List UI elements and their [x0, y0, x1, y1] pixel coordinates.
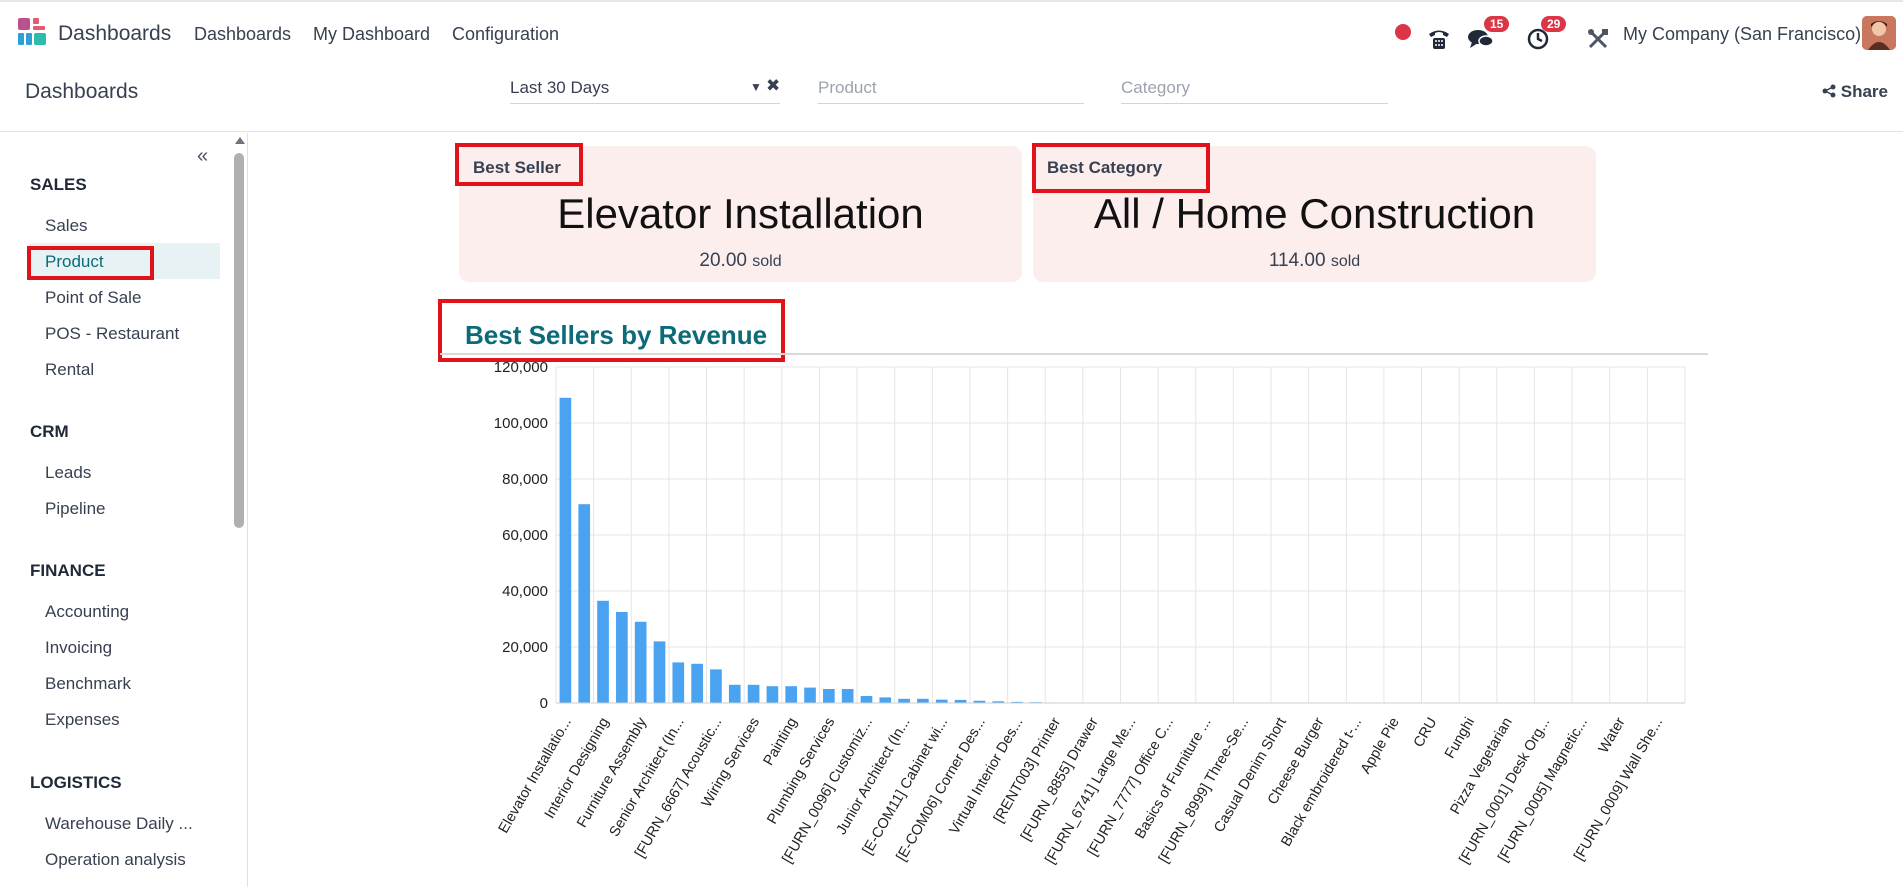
sidebar-item-expenses[interactable]: Expenses	[45, 710, 120, 730]
y-tick-label: 100,000	[494, 415, 548, 432]
category-filter-input[interactable]: Category	[1121, 74, 1388, 104]
card-label: Best Seller	[473, 158, 561, 177]
chart-bar	[653, 641, 666, 703]
company-switcher[interactable]: My Company (San Francisco)	[1623, 24, 1861, 45]
share-icon	[1822, 84, 1836, 98]
y-tick-label: 20,000	[502, 639, 548, 656]
recording-status-icon[interactable]	[1395, 24, 1411, 40]
best-category-card: Best Category All / Home Construction 11…	[1033, 146, 1596, 282]
sidebar: « SALES Sales Product Point of Sale POS …	[0, 133, 248, 887]
chart-title: Best Sellers by Revenue	[465, 320, 768, 350]
chart-bar	[710, 669, 722, 703]
chart-bar	[917, 698, 929, 703]
share-button[interactable]: Share	[1822, 82, 1888, 102]
clear-filter-icon[interactable]: ✖	[766, 76, 780, 96]
x-tick-label: Painting	[761, 715, 801, 768]
card-amount-line: 20.00 sold	[459, 250, 1022, 272]
card-label: Best Category	[1047, 158, 1163, 177]
x-tick-label: Plumbing Services	[764, 715, 838, 827]
section-logistics: LOGISTICS	[30, 773, 122, 792]
apps-menu-icon[interactable]	[18, 18, 48, 48]
sidebar-scroll-thumb[interactable]	[234, 153, 244, 528]
y-tick-label: 120,000	[494, 359, 548, 376]
chart-bar	[578, 504, 591, 703]
messages-count-badge: 15	[1484, 16, 1510, 32]
card-unit: sold	[752, 253, 782, 270]
chart-bar	[766, 686, 779, 703]
app-name[interactable]: Dashboards	[58, 22, 171, 46]
control-panel: Dashboards Last 30 Days ▼ ✖ Product Cate…	[0, 62, 1903, 132]
y-tick-label: 80,000	[502, 471, 548, 488]
tools-icon[interactable]	[1587, 22, 1609, 56]
sidebar-item-rental[interactable]: Rental	[45, 360, 94, 380]
chart-bar	[860, 696, 873, 703]
best-sellers-bar-chart: 020,00040,00060,00080,000100,000120,000E…	[494, 359, 1686, 867]
card-value: Elevator Installation	[557, 190, 924, 237]
sidebar-item-product[interactable]: Product	[45, 252, 104, 272]
product-filter-placeholder: Product	[818, 78, 877, 97]
sidebar-item-operation-analysis[interactable]: Operation analysis	[45, 850, 186, 870]
sidebar-item-sales[interactable]: Sales	[45, 216, 88, 236]
chart-bar	[785, 686, 798, 703]
scroll-up-icon[interactable]	[235, 137, 245, 144]
chart-bar	[747, 684, 760, 703]
y-tick-label: 0	[540, 695, 548, 712]
card-amount: 20.00	[699, 250, 747, 271]
chart-bar	[559, 397, 572, 703]
user-avatar[interactable]	[1862, 16, 1896, 50]
sidebar-item-point-of-sale[interactable]: Point of Sale	[45, 288, 141, 308]
x-tick-label: Water	[1596, 715, 1629, 756]
best-seller-card: Best Seller Elevator Installation 20.00 …	[459, 146, 1022, 282]
chart-bar	[898, 698, 910, 703]
section-sales: SALES	[30, 175, 87, 194]
top-navbar: Dashboards Dashboards My Dashboard Confi…	[0, 0, 1903, 62]
chart-bar	[841, 689, 854, 703]
chart-bar	[935, 699, 948, 703]
chart-bar	[634, 621, 647, 703]
share-label: Share	[1840, 82, 1888, 101]
phone-icon[interactable]	[1427, 22, 1451, 56]
y-tick-label: 60,000	[502, 527, 548, 544]
product-filter-input[interactable]: Product	[818, 74, 1084, 104]
section-finance: FINANCE	[30, 561, 106, 580]
card-value: All / Home Construction	[1093, 190, 1536, 237]
sidebar-item-leads[interactable]: Leads	[45, 463, 91, 483]
x-tick-label: Furniture Assembly	[574, 714, 650, 830]
date-filter-select[interactable]: Last 30 Days ▼ ✖	[510, 74, 780, 104]
card-unit: sold	[1330, 253, 1361, 270]
menu-dashboards[interactable]: Dashboards	[194, 24, 291, 45]
sidebar-item-accounting[interactable]: Accounting	[45, 602, 129, 622]
date-filter-value: Last 30 Days	[510, 78, 610, 97]
caret-down-icon[interactable]: ▼	[750, 80, 762, 94]
x-tick-label: CRU	[1411, 715, 1441, 750]
chart-bar	[597, 600, 609, 703]
sidebar-item-pos-restaurant[interactable]: POS - Restaurant	[45, 324, 179, 344]
sidebar-item-warehouse-daily[interactable]: Warehouse Daily ...	[45, 814, 193, 834]
x-tick-label: Funghi	[1442, 715, 1478, 761]
chart-bar	[728, 684, 741, 703]
sidebar-item-invoicing[interactable]: Invoicing	[45, 638, 112, 658]
card-amount-line: 114.00 sold	[1033, 250, 1596, 272]
chart-bar	[616, 612, 628, 703]
sidebar-item-pipeline[interactable]: Pipeline	[45, 499, 106, 519]
sidebar-item-benchmark[interactable]: Benchmark	[45, 674, 131, 694]
chart-bar	[823, 689, 835, 703]
section-crm: CRM	[30, 422, 69, 441]
menu-my-dashboard[interactable]: My Dashboard	[313, 24, 430, 45]
y-tick-label: 40,000	[502, 583, 548, 600]
chart-divider	[440, 353, 1708, 355]
category-filter-placeholder: Category	[1121, 78, 1190, 97]
breadcrumb: Dashboards	[25, 80, 139, 103]
activities-count-badge: 29	[1541, 16, 1567, 32]
x-tick-label: Apple Pie	[1358, 715, 1403, 777]
card-amount: 114.00	[1268, 250, 1326, 271]
chart-bar	[691, 663, 703, 703]
chart-bar	[804, 687, 816, 703]
menu-configuration[interactable]: Configuration	[452, 24, 559, 45]
collapse-sidebar-icon[interactable]: «	[197, 145, 208, 168]
chart-bar	[879, 697, 892, 703]
chart-bar	[672, 662, 685, 703]
